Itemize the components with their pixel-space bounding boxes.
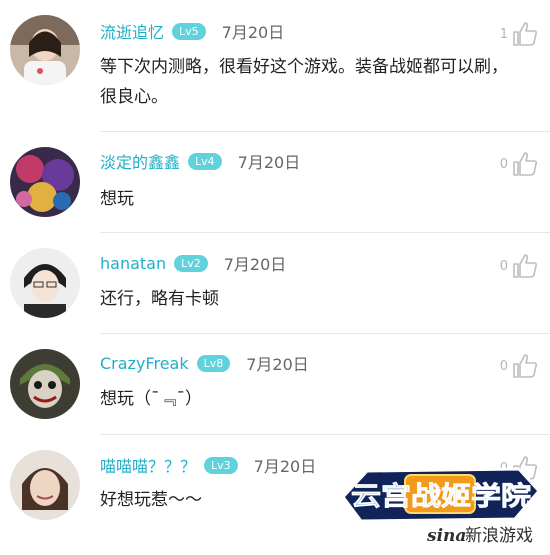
username[interactable]: hanatan [100,254,166,273]
comment-text: 还行，略有卡顿 [100,289,219,309]
level-badge: Lv2 [174,254,208,272]
avatar[interactable] [10,15,80,85]
sina-logo: sina [426,526,466,546]
comment-date: 7月20日 [253,457,317,476]
avatar-image [10,248,80,318]
level-badge: Lv4 [188,152,222,170]
comment-date: 7月20日 [221,23,285,42]
username[interactable]: 流逝追忆 [100,19,164,43]
comment-text: 想玩 [100,189,134,209]
username[interactable]: 淡定的鑫鑫 [100,149,180,173]
watermark: 云宫战姬学院 sina 新浪游戏 [339,461,544,549]
logo-text: 云宫战姬学院 [351,481,531,512]
avatar-image [10,349,80,419]
level-badge: Lv3 [204,456,238,474]
thumbs-up-icon [513,254,538,278]
comment-item: 淡定的鑫鑫 Lv4 7月20日 想玩 0 [0,132,550,233]
thumbs-up-icon [513,152,538,176]
comment-item: CrazyFreak Lv8 7月20日 想玩（ˉ﹃ˉ） 0 [0,334,550,435]
level-badge: Lv8 [196,354,231,372]
thumbs-up-icon [513,22,538,46]
like-button[interactable]: 0 [482,150,538,178]
like-count: 0 [499,156,508,172]
username[interactable]: 喵喵喵？？？ [100,453,196,477]
comment-item: 流逝追忆 Lv5 7月20日 等下次内测略，很看好这个游戏。装备战姬都可以刷，很… [0,0,550,132]
level-badge: Lv5 [172,22,206,40]
avatar[interactable] [10,450,80,520]
comment-text: 想玩（ˉ﹃ˉ） [100,389,202,409]
comment-date: 7月20日 [237,153,301,172]
like-count: 0 [499,358,508,374]
comment-date: 7月20日 [246,355,309,374]
thumbs-up-icon [513,354,538,378]
like-count: 1 [499,26,508,42]
avatar-image [10,450,80,520]
like-button[interactable]: 1 [482,20,538,48]
avatar-image [10,15,80,85]
brand-name: 新浪游戏 [465,526,533,546]
avatar[interactable] [10,349,80,419]
avatar[interactable] [10,248,80,318]
comment-date: 7月20日 [223,255,287,274]
avatar[interactable] [10,147,80,217]
like-count: 0 [499,258,508,274]
like-button[interactable]: 0 [482,252,538,280]
game-logo: 云宫战姬学院 sina 新浪游戏 [341,467,542,546]
like-button[interactable]: 0 [482,352,538,380]
comment-item: hanatan Lv2 7月20日 还行，略有卡顿 0 [0,233,550,334]
username[interactable]: CrazyFreak [100,354,189,373]
avatar-image [10,147,80,217]
comment-text: 等下次内测略，很看好这个游戏。装备战姬都可以刷，很良心。 [100,57,508,107]
